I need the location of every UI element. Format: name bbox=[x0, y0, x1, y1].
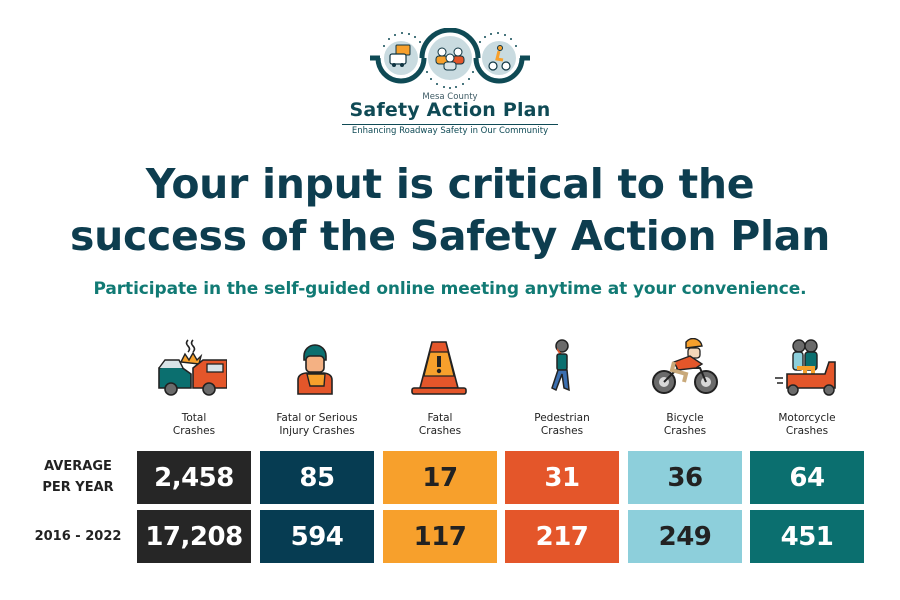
car-crash-icon bbox=[158, 339, 227, 396]
column-label-motorcycle: Motorcycle Crashes bbox=[778, 412, 836, 437]
stat-cell-motorcycle-average: 64 bbox=[750, 451, 864, 504]
motorcycle-riders-icon bbox=[775, 339, 836, 396]
column-label-fatal-serious: Fatal or Serious Injury Crashes bbox=[276, 412, 358, 437]
column-label-pedestrian: Pedestrian Crashes bbox=[534, 412, 590, 437]
column-label-fatal: Fatal Crashes bbox=[418, 412, 462, 437]
stat-cell-pedestrian-total: 217 bbox=[505, 510, 619, 563]
subheadline: Participate in the self-guided online me… bbox=[93, 279, 807, 299]
logo-emblem bbox=[370, 28, 530, 89]
stat-cell-fatal-average: 17 bbox=[383, 451, 497, 504]
stat-cell-total-total: 17,208 bbox=[137, 510, 251, 563]
stat-cell-fatal-total: 117 bbox=[383, 510, 497, 563]
injured-person-icon bbox=[297, 344, 333, 395]
stat-cell-bicycle-average: 36 bbox=[628, 451, 742, 504]
logo-divider bbox=[342, 124, 558, 125]
stat-cell-motorcycle-total: 451 bbox=[750, 510, 864, 563]
logo-tagline: Enhancing Roadway Safety in Our Communit… bbox=[351, 126, 549, 136]
row-label-2016-2022: 2016 - 2022 bbox=[34, 529, 122, 544]
headline-line-1: Your input is critical to the bbox=[145, 160, 755, 208]
stat-cell-fatal_serious-total: 594 bbox=[260, 510, 374, 563]
stat-cell-pedestrian-average: 31 bbox=[505, 451, 619, 504]
column-label-bicycle: Bicycle Crashes bbox=[663, 412, 707, 437]
column-label-total: Total Crashes bbox=[172, 412, 216, 437]
pedestrian-icon bbox=[551, 339, 570, 392]
stat-cell-bicycle-total: 249 bbox=[628, 510, 742, 563]
headline-line-2: success of the Safety Action Plan bbox=[69, 212, 831, 260]
traffic-cone-warning-icon bbox=[411, 341, 467, 395]
row-label-average-per-year: AVERAGE PER YEAR bbox=[42, 459, 114, 495]
logo-name: Safety Action Plan bbox=[349, 99, 551, 121]
cyclist-icon bbox=[652, 338, 718, 394]
stat-cell-fatal_serious-average: 85 bbox=[260, 451, 374, 504]
stat-cell-total-average: 2,458 bbox=[137, 451, 251, 504]
